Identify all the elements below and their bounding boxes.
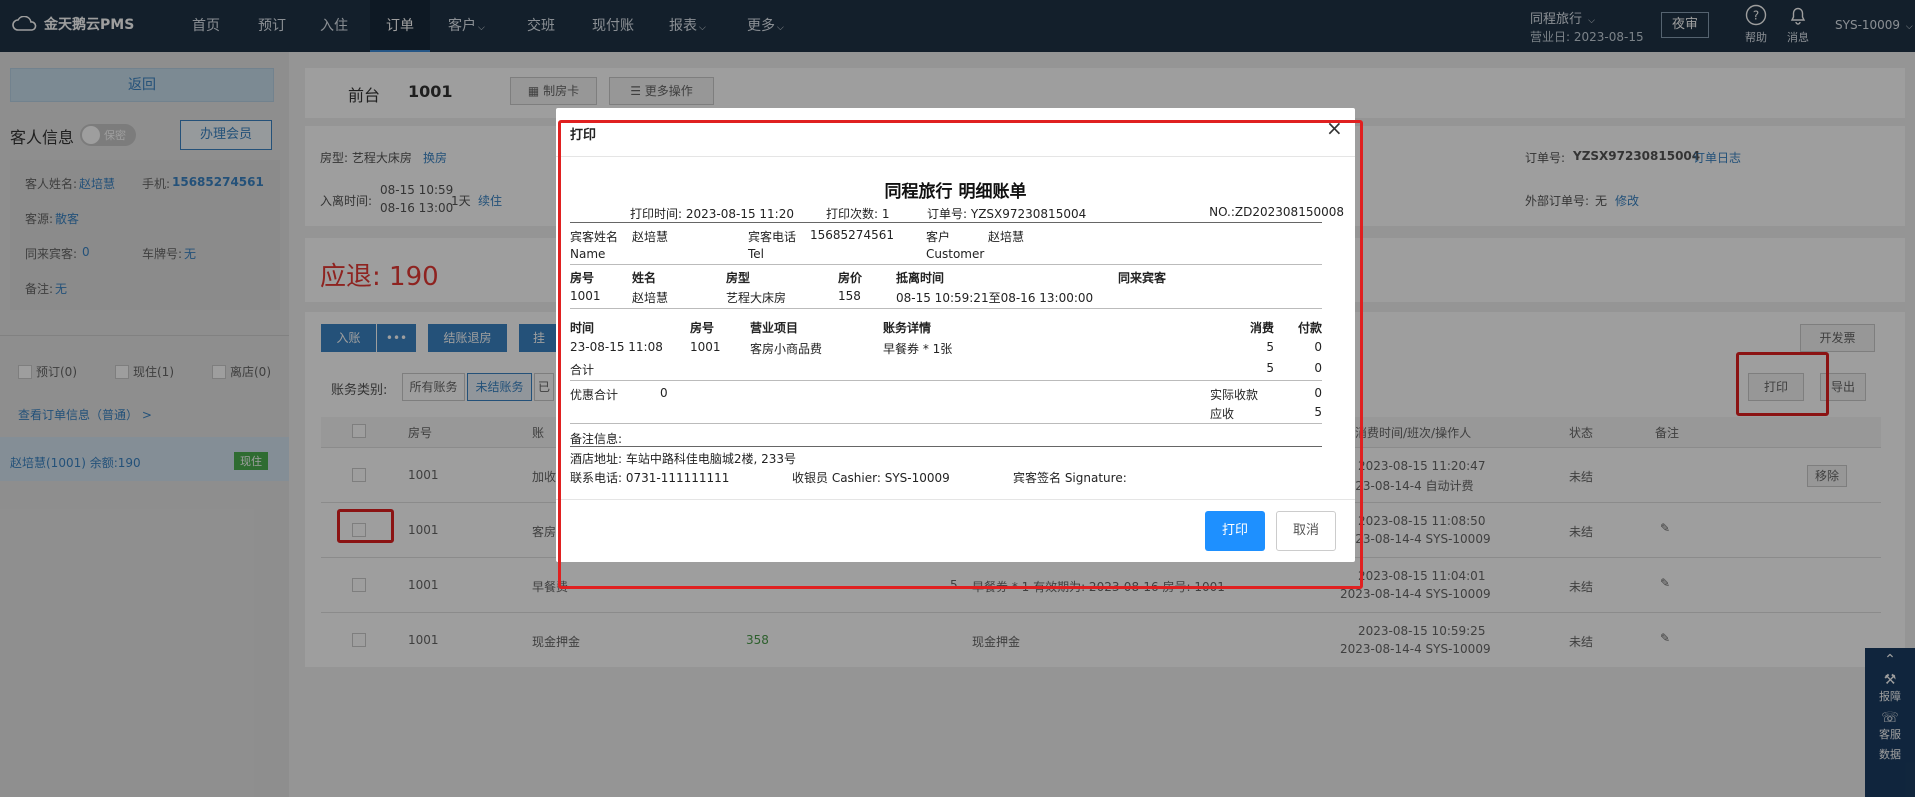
highlight-dialog (558, 120, 1363, 589)
